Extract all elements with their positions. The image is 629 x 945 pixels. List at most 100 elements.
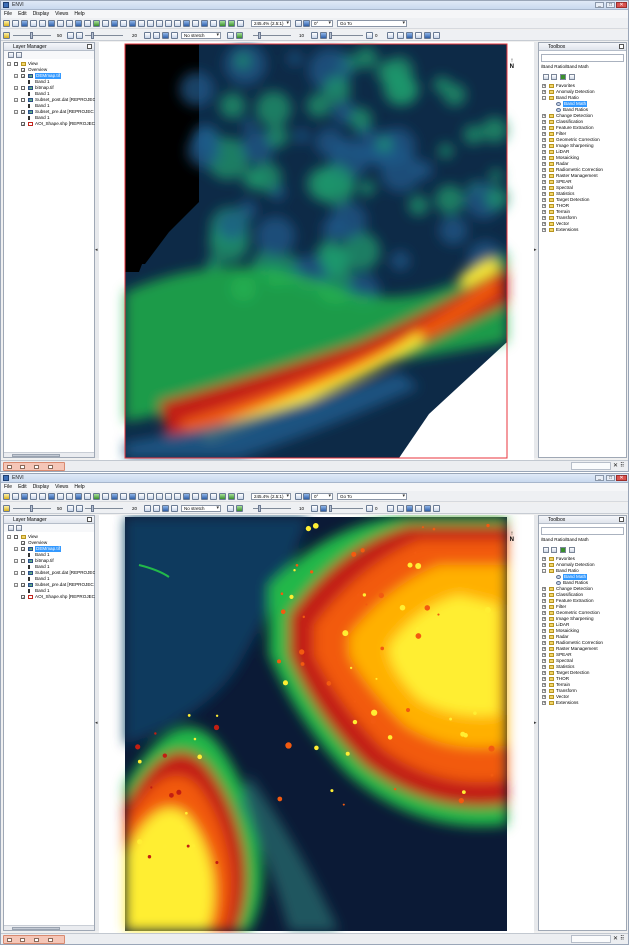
rotate-right-icon[interactable] xyxy=(303,493,310,500)
annotation-icon[interactable] xyxy=(120,493,127,500)
layer-visibility-checkbox[interactable]: ✓ xyxy=(21,110,25,115)
portal-icon[interactable] xyxy=(397,505,404,512)
tree-expand-toggle[interactable]: + xyxy=(542,174,546,178)
full-extent-icon[interactable] xyxy=(237,20,244,27)
text-annotation-icon[interactable] xyxy=(129,493,136,500)
zoom-out-icon[interactable] xyxy=(228,20,235,27)
tree-expand-toggle[interactable]: + xyxy=(542,599,546,603)
reset-sharpen-icon[interactable] xyxy=(311,32,318,39)
layer-visibility-checkbox[interactable] xyxy=(21,98,25,102)
expand-all-button[interactable] xyxy=(16,52,22,58)
layer-visibility-checkbox[interactable] xyxy=(21,559,25,563)
tree-expand-toggle[interactable]: + xyxy=(542,192,546,196)
reset-brightness-icon[interactable] xyxy=(67,32,74,39)
crosshairs-icon[interactable] xyxy=(75,20,82,27)
stretch-select[interactable]: No stretch xyxy=(181,32,221,39)
flicker-icon[interactable] xyxy=(415,505,422,512)
brightness-slider-knob[interactable] xyxy=(30,32,33,39)
zoom-select[interactable]: 245.4% (2.5:1) xyxy=(251,20,291,27)
view-thumbnail-tab[interactable] xyxy=(3,935,65,944)
scrollbar-thumb[interactable] xyxy=(12,454,60,457)
close-status-icon[interactable]: ✕ xyxy=(613,462,618,470)
rectangle-annotation-icon[interactable] xyxy=(165,493,172,500)
view-thumb-icon[interactable] xyxy=(20,465,25,469)
zoom-in-icon[interactable] xyxy=(219,20,226,27)
tree-expand-toggle[interactable]: + xyxy=(542,186,546,190)
image-view[interactable]: ↑ N xyxy=(99,515,534,933)
brightness-slider-knob[interactable] xyxy=(30,505,33,512)
transparency-slider[interactable] xyxy=(329,32,363,39)
symbol-annotation-icon[interactable] xyxy=(138,493,145,500)
tree-expand-toggle[interactable]: + xyxy=(542,216,546,220)
panel-pin-icon[interactable] xyxy=(619,517,624,522)
menu-display[interactable]: Display xyxy=(30,483,52,491)
ellipse-annotation-icon[interactable] xyxy=(174,20,181,27)
view-thumb-icon[interactable] xyxy=(20,938,25,942)
pan-icon[interactable] xyxy=(48,20,55,27)
view-thumbnail-tab[interactable] xyxy=(3,462,65,471)
polyline-annotation-icon[interactable] xyxy=(183,493,190,500)
rotation-select[interactable]: 0° xyxy=(311,493,333,500)
tree-expand-toggle[interactable]: + xyxy=(542,168,546,172)
tree-expand-toggle[interactable]: + xyxy=(542,665,546,669)
tree-expand-toggle[interactable]: - xyxy=(14,559,18,563)
menu-views[interactable]: Views xyxy=(52,10,71,18)
save-icon[interactable] xyxy=(21,493,28,500)
portal-icon[interactable] xyxy=(397,32,404,39)
blend-icon[interactable] xyxy=(424,32,431,39)
tree-expand-toggle[interactable]: + xyxy=(542,611,546,615)
zoom-box-icon[interactable] xyxy=(84,493,91,500)
layer-visibility-checkbox[interactable]: ✓ xyxy=(21,547,25,552)
zoom-select[interactable]: 245.4% (2.5:1) xyxy=(251,493,291,500)
add-favorite-button[interactable] xyxy=(560,74,566,80)
rectangle-annotation-icon[interactable] xyxy=(165,20,172,27)
tree-expand-toggle[interactable]: + xyxy=(542,120,546,124)
polygon-annotation-icon[interactable] xyxy=(156,493,163,500)
swipe-icon[interactable] xyxy=(406,505,413,512)
tree-expand-toggle[interactable]: - xyxy=(14,547,18,551)
full-extent-icon[interactable] xyxy=(237,493,244,500)
add-favorite-button[interactable] xyxy=(560,547,566,553)
maximize-button[interactable]: □ xyxy=(606,2,615,8)
collapse-left-arrow-icon[interactable]: ◂ xyxy=(95,720,98,726)
vector-create-icon[interactable] xyxy=(102,493,109,500)
blend-icon[interactable] xyxy=(424,505,431,512)
stretch-select[interactable]: No stretch xyxy=(181,505,221,512)
linear-stretch-icon[interactable] xyxy=(162,505,169,512)
tree-expand-toggle[interactable]: + xyxy=(542,623,546,627)
status-grip-icon[interactable]: ⠿ xyxy=(620,935,624,943)
rotate-right-icon[interactable] xyxy=(303,20,310,27)
roi-icon[interactable] xyxy=(93,493,100,500)
scale-bar-icon[interactable] xyxy=(210,20,217,27)
layer-visibility-checkbox[interactable] xyxy=(14,535,18,539)
data-manager-icon[interactable] xyxy=(12,20,19,27)
scale-bar-icon[interactable] xyxy=(210,493,217,500)
toolbox-tree-row[interactable]: + Extensions xyxy=(539,227,626,233)
tree-expand-toggle[interactable]: - xyxy=(7,535,11,539)
menu-edit[interactable]: Edit xyxy=(15,483,30,491)
menu-file[interactable]: File xyxy=(1,10,15,18)
toolbox-search-input[interactable] xyxy=(541,527,624,535)
arrow-annotation-icon[interactable] xyxy=(147,20,154,27)
collapse-left-arrow-icon[interactable]: ◂ xyxy=(95,247,98,253)
crosshairs-icon[interactable] xyxy=(75,493,82,500)
tree-expand-toggle[interactable]: + xyxy=(542,635,546,639)
tree-expand-toggle[interactable]: + xyxy=(542,222,546,226)
menu-help[interactable]: Help xyxy=(71,483,87,491)
tree-expand-toggle[interactable]: + xyxy=(542,162,546,166)
collapse-all-button[interactable] xyxy=(543,547,549,553)
cursor-value-icon[interactable] xyxy=(433,505,440,512)
text-annotation-icon[interactable] xyxy=(129,20,136,27)
tree-expand-toggle[interactable]: + xyxy=(542,677,546,681)
tree-expand-toggle[interactable]: + xyxy=(542,671,546,675)
vector-edit-icon[interactable] xyxy=(111,20,118,27)
reset-contrast-icon[interactable] xyxy=(144,505,151,512)
polygon-annotation-icon[interactable] xyxy=(156,20,163,27)
scrollbar-thumb[interactable] xyxy=(12,927,60,930)
tree-expand-toggle[interactable]: + xyxy=(542,132,546,136)
select-icon[interactable] xyxy=(39,20,46,27)
transparency-slider-knob[interactable] xyxy=(329,505,332,512)
menu-views[interactable]: Views xyxy=(52,483,71,491)
minimize-button[interactable]: _ xyxy=(595,2,604,8)
map-key-icon[interactable] xyxy=(201,493,208,500)
